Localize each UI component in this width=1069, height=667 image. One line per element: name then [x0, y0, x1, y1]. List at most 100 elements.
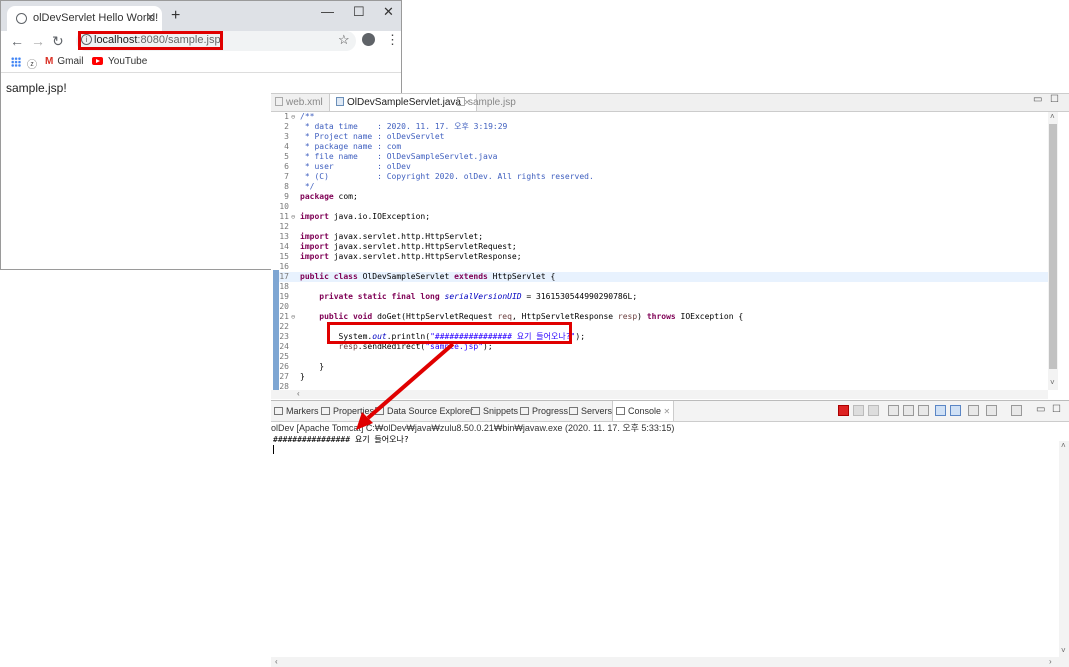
browser-tab[interactable]: olDevServlet Hello World! × — [7, 6, 162, 31]
word-wrap-icon[interactable] — [918, 405, 929, 416]
code-line[interactable]: 27} — [279, 372, 1048, 382]
code-line[interactable]: 2 * data time : 2020. 11. 17. 오후 3:19:29 — [279, 122, 1048, 132]
code-token: * user : olDev — [300, 162, 411, 171]
fold-toggle-icon[interactable]: ⊖ — [291, 312, 297, 322]
tab-properties[interactable]: Properties — [321, 401, 374, 421]
bookmark-youtube[interactable]: YouTube — [92, 56, 147, 67]
scroll-down-icon[interactable]: ˅ — [1061, 646, 1066, 655]
scroll-lock-icon[interactable] — [903, 405, 914, 416]
tab-web-xml[interactable]: web.xml — [275, 94, 323, 111]
reload-button[interactable]: ↻ — [52, 33, 64, 50]
scroll-left-icon[interactable]: ‹ — [297, 389, 300, 398]
console-output[interactable]: ################ 요기 들어오나? — [273, 434, 409, 445]
tab-close-icon[interactable]: ✕ — [664, 407, 671, 416]
clear-console-icon[interactable] — [888, 405, 899, 416]
line-number: 20 — [279, 302, 289, 311]
code-text: public void doGet(HttpServletRequest req… — [300, 312, 743, 322]
back-button[interactable]: ← — [10, 33, 24, 49]
tab-sample-jsp[interactable]: sample.jsp — [457, 94, 516, 111]
tab-label: Data Source Explorer — [387, 406, 474, 416]
window-minimize-button[interactable]: — — [321, 4, 334, 19]
code-token: private static final long — [319, 292, 440, 301]
show-on-stdout-icon[interactable] — [935, 405, 946, 416]
scroll-up-icon[interactable]: ˄ — [1050, 112, 1055, 121]
window-close-button[interactable]: ✕ — [383, 4, 394, 20]
code-token: import — [300, 212, 329, 221]
show-on-stderr-icon[interactable] — [950, 405, 961, 416]
code-line[interactable]: 9 package com; — [279, 192, 1048, 202]
bookmark-gmail[interactable]: M Gmail — [45, 56, 83, 67]
code-line[interactable]: 4 * package name : com — [279, 142, 1048, 152]
console-vertical-scrollbar[interactable]: ˄ ˅ — [1059, 441, 1069, 667]
tab-close-icon[interactable]: × — [147, 10, 154, 24]
fold-toggle-icon[interactable]: ⊖ — [291, 112, 297, 122]
code-token: javax.servlet.http.HttpServletResponse; — [328, 252, 522, 261]
code-token: ); — [575, 332, 586, 341]
bookmark-extra-icon[interactable]: ⓩ — [27, 56, 37, 71]
open-console-icon[interactable] — [1011, 405, 1022, 416]
line-number: 13 — [279, 232, 289, 241]
scroll-left-icon[interactable]: ‹ — [275, 657, 278, 666]
code-line[interactable]: 15 import javax.servlet.http.HttpServletR… — [279, 252, 1048, 262]
remove-all-terminated-icon[interactable] — [868, 405, 879, 416]
code-line[interactable]: 25 — [279, 352, 1048, 362]
bookmark-star-icon[interactable]: ☆ — [338, 32, 350, 48]
browser-menu-icon[interactable]: ⋮ — [386, 32, 399, 48]
line-number: 6 — [284, 162, 289, 171]
tab-servers[interactable]: Servers — [569, 401, 612, 421]
editor-vertical-scrollbar[interactable]: ˄ ˅ — [1048, 112, 1058, 390]
code-line[interactable]: 11 ⊖ import java.io.IOException; — [279, 212, 1048, 222]
terminate-icon[interactable] — [838, 405, 849, 416]
code-line[interactable]: 5 * file name : OlDevSampleServlet.java — [279, 152, 1048, 162]
window-maximize-button[interactable]: ☐ — [353, 4, 365, 20]
code-text: } — [300, 372, 305, 382]
tab-snippets[interactable]: Snippets — [471, 401, 518, 421]
code-line[interactable]: 13 import javax.servlet.http.HttpServlet; — [279, 232, 1048, 242]
tab-data-source-explorer[interactable]: Data Source Explorer — [375, 401, 473, 421]
line-number: 4 — [284, 142, 289, 151]
code-line[interactable]: 6 * user : olDev — [279, 162, 1048, 172]
console-maximize-button[interactable]: ☐ — [1052, 404, 1061, 415]
code-line[interactable]: 26 } — [279, 362, 1048, 372]
tab-oldevsampleservlet-java[interactable]: OlDevSampleServlet.java ✕ — [329, 94, 478, 111]
scroll-up-icon[interactable]: ˄ — [1061, 441, 1066, 450]
code-line[interactable]: 18 — [279, 282, 1048, 292]
code-token: } — [300, 372, 305, 381]
tab-label: Console — [628, 406, 662, 416]
line-number: 9 — [284, 192, 289, 201]
code-line[interactable]: 12 — [279, 222, 1048, 232]
pin-console-icon[interactable] — [968, 405, 979, 416]
forward-button[interactable]: → — [31, 33, 45, 49]
tab-markers[interactable]: Markers — [274, 401, 319, 421]
scroll-right-icon[interactable]: › — [1049, 657, 1052, 666]
tab-progress[interactable]: Progress — [520, 401, 568, 421]
code-line[interactable]: 10 — [279, 202, 1048, 212]
remove-launch-icon[interactable] — [853, 405, 864, 416]
code-line[interactable]: 19 private static final long serialVersi… — [279, 292, 1048, 302]
code-line[interactable]: 7 * (C) : Copyright 2020. olDev. All rig… — [279, 172, 1048, 182]
code-line[interactable]: 16 — [279, 262, 1048, 272]
line-number: 25 — [279, 352, 289, 361]
code-line[interactable]: 1 ⊖/** — [279, 112, 1048, 122]
code-line[interactable]: 14 import javax.servlet.http.HttpServletR… — [279, 242, 1048, 252]
code-line[interactable]: 3 * Project name : olDevServlet — [279, 132, 1048, 142]
code-line[interactable]: 28 — [279, 382, 1048, 390]
tab-console[interactable]: Console ✕ — [612, 401, 675, 421]
code-line[interactable]: 21 ⊖ public void doGet(HttpServletRequest… — [279, 312, 1048, 322]
display-selected-console-icon[interactable] — [986, 405, 997, 416]
code-line[interactable]: 8 */ — [279, 182, 1048, 192]
console-minimize-button[interactable]: ▭ — [1036, 404, 1045, 415]
fold-toggle-icon[interactable]: ⊖ — [291, 212, 297, 222]
scroll-thumb[interactable] — [1049, 124, 1057, 369]
editor-minimize-button[interactable]: ▭ — [1033, 94, 1042, 105]
scroll-down-icon[interactable]: ˅ — [1050, 378, 1055, 387]
code-line[interactable]: 20 — [279, 302, 1048, 312]
profile-avatar[interactable] — [362, 33, 375, 46]
editor-horizontal-scrollbar[interactable]: ‹ — [271, 389, 1048, 399]
code-line[interactable]: 17 public class OlDevSampleServlet extend… — [279, 272, 1048, 282]
apps-grid-icon[interactable] — [11, 57, 21, 67]
code-area[interactable]: 1 ⊖/** 2 * data time : 2020. 11. 17. 오후 3:… — [271, 112, 1048, 390]
console-panel: Markers Properties Data Source Explorer … — [271, 400, 1069, 667]
editor-maximize-button[interactable]: ☐ — [1050, 94, 1059, 105]
new-tab-button[interactable]: + — [171, 7, 180, 25]
